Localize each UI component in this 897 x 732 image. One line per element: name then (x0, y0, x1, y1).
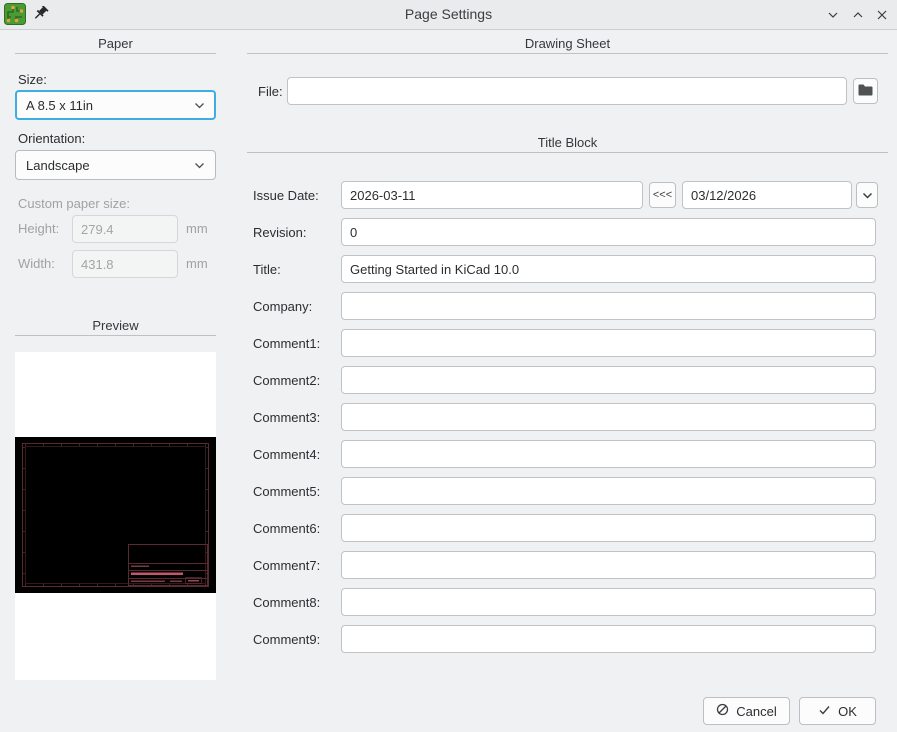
width-input (72, 250, 178, 278)
comment7-input[interactable] (341, 551, 876, 579)
issue-date-label: Issue Date: (253, 188, 319, 204)
title-block-separator (247, 152, 888, 153)
title-label: Title: (253, 262, 281, 278)
height-input (72, 215, 178, 243)
orientation-select[interactable]: Landscape (15, 150, 216, 180)
cancel-button[interactable]: Cancel (703, 697, 790, 725)
comment3-input[interactable] (341, 403, 876, 431)
preview-section-header: Preview (15, 318, 216, 334)
comment1-input[interactable] (341, 329, 876, 357)
minimize-button[interactable] (823, 5, 842, 24)
close-button[interactable] (872, 5, 891, 24)
comment5-label: Comment5: (253, 484, 320, 500)
company-input[interactable] (341, 292, 876, 320)
window-title: Page Settings (0, 0, 897, 29)
comment2-label: Comment2: (253, 373, 320, 389)
drawing-sheet-section-header: Drawing Sheet (247, 36, 888, 52)
comment2-input[interactable] (341, 366, 876, 394)
comment9-label: Comment9: (253, 632, 320, 648)
comment4-label: Comment4: (253, 447, 320, 463)
height-label: Height: (18, 221, 59, 237)
check-icon (818, 704, 831, 719)
browse-file-button[interactable] (853, 78, 878, 104)
size-label: Size: (18, 72, 47, 88)
size-select[interactable]: A 8.5 x 11in (15, 90, 216, 120)
page-settings-dialog: Page Settings (0, 0, 897, 732)
height-unit-label: mm (186, 221, 208, 237)
comment4-input[interactable] (341, 440, 876, 468)
comment6-label: Comment6: (253, 521, 320, 537)
comment3-label: Comment3: (253, 410, 320, 426)
cancel-icon (716, 703, 729, 719)
titlebar: Page Settings (0, 0, 897, 30)
pin-icon[interactable] (33, 6, 50, 23)
copy-date-button[interactable]: <<< (649, 182, 676, 208)
width-label: Width: (18, 256, 55, 272)
orientation-label: Orientation: (18, 131, 85, 147)
drawing-sheet-separator (247, 53, 888, 54)
comment1-label: Comment1: (253, 336, 320, 352)
orientation-select-value: Landscape (26, 158, 194, 173)
date-picker-input[interactable] (682, 181, 852, 209)
page-preview (15, 352, 216, 680)
custom-paper-size-label: Custom paper size: (18, 196, 130, 212)
chevron-down-icon (194, 158, 205, 173)
folder-icon (858, 84, 873, 99)
chevron-down-icon (862, 188, 873, 203)
cancel-button-label: Cancel (736, 704, 776, 719)
preview-separator (15, 335, 216, 336)
ok-button-label: OK (838, 704, 857, 719)
comment5-input[interactable] (341, 477, 876, 505)
file-input[interactable] (287, 77, 847, 105)
company-label: Company: (253, 299, 312, 315)
chevron-down-icon (194, 98, 205, 113)
ok-button[interactable]: OK (799, 697, 876, 725)
maximize-button[interactable] (848, 5, 867, 24)
paper-separator (15, 53, 216, 54)
revision-input[interactable] (341, 218, 876, 246)
comment7-label: Comment7: (253, 558, 320, 574)
title-block-section-header: Title Block (247, 135, 888, 151)
page-preview-sheet (15, 437, 216, 593)
date-picker-dropdown-button[interactable] (856, 182, 878, 208)
comment6-input[interactable] (341, 514, 876, 542)
comment8-input[interactable] (341, 588, 876, 616)
kicad-app-icon (4, 3, 26, 25)
file-label: File: (258, 84, 283, 100)
title-input[interactable] (341, 255, 876, 283)
size-select-value: A 8.5 x 11in (26, 98, 194, 113)
revision-label: Revision: (253, 225, 306, 241)
issue-date-input[interactable] (341, 181, 643, 209)
width-unit-label: mm (186, 256, 208, 272)
comment8-label: Comment8: (253, 595, 320, 611)
comment9-input[interactable] (341, 625, 876, 653)
paper-section-header: Paper (15, 36, 216, 52)
